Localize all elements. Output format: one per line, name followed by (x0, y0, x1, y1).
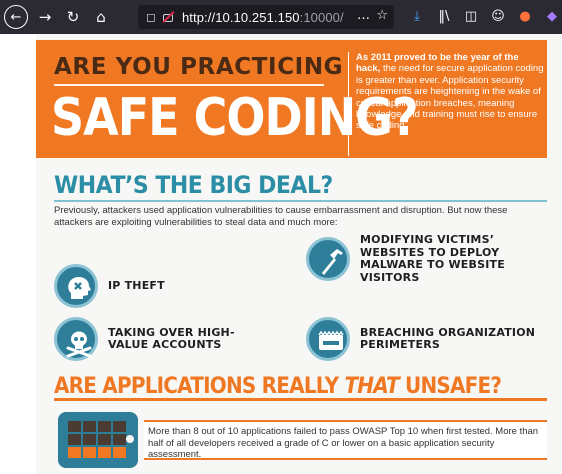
feature-label: TAKING OVER HIGH-VALUE ACCOUNTS (108, 325, 235, 351)
shield-icon[interactable]: ◻ (146, 10, 156, 24)
browser-toolbar: ← → ↻ ⌂ ◻ http://10.10.251.150:10000/ … … (0, 0, 562, 34)
star-icon[interactable]: ☆ (376, 8, 388, 23)
header-banner: ARE YOU PRACTICING SAFE CODING? As 2011 … (36, 40, 547, 158)
extension-icon[interactable]: ◆ (543, 7, 561, 25)
download-icon[interactable]: ⤓ (408, 7, 426, 25)
page-viewport: ARE YOU PRACTICING SAFE CODING? As 2011 … (0, 34, 562, 474)
headline-line1: ARE YOU PRACTICING (54, 54, 344, 80)
home-icon[interactable]: ⌂ (90, 6, 112, 28)
section-divider (54, 200, 547, 202)
infographic: ARE YOU PRACTICING SAFE CODING? As 2011 … (36, 34, 562, 474)
forward-icon[interactable]: → (34, 6, 56, 28)
feature-label: IP THEFT (108, 278, 165, 292)
section-title-big-deal: WHAT’S THE BIG DEAL? (54, 172, 333, 200)
section-divider (54, 398, 547, 401)
feature-ip-theft: IP THEFT (54, 264, 165, 308)
skull-crossbones-icon (54, 317, 98, 361)
tablet-icon (58, 412, 138, 468)
section-description: Previously, attackers used application v… (54, 205, 508, 228)
headline-divider (54, 84, 324, 86)
title-part: UNSAFE? (398, 372, 502, 399)
feature-label: MODIFYING VICTIMS’ WEBSITES TO DEPLOY MA… (360, 233, 505, 284)
insecure-lock-icon[interactable] (162, 10, 175, 24)
hammer-icon (306, 237, 350, 281)
address-bar[interactable]: ◻ http://10.10.251.150:10000/ … ☆ (138, 5, 394, 29)
feature-breaching-perimeters: BREACHING ORGANIZATION PERIMETERS (306, 317, 540, 361)
url-host: http://10.10.251.150 (181, 9, 300, 25)
title-emphasis: THAT (344, 372, 399, 399)
intro-text: As 2011 proved to be the year of the hac… (356, 52, 544, 132)
library-icon[interactable]: ‖\ (435, 7, 453, 25)
feature-account-takeover: TAKING OVER HIGH-VALUE ACCOUNTS (54, 317, 268, 361)
reload-icon[interactable]: ↻ (62, 6, 84, 28)
intro-block: As 2011 proved to be the year of the hac… (348, 52, 544, 156)
title-part: ARE APPLICATIONS REALLY (54, 372, 345, 399)
statistic-text: More than 8 out of 10 applications faile… (148, 426, 539, 460)
extension-icon[interactable]: ● (516, 7, 534, 25)
section-title-unsafe: ARE APPLICATIONS REALLY THAT UNSAFE? (54, 372, 502, 399)
intro-body: the need for secure application coding i… (356, 63, 544, 132)
sidebar-icon[interactable]: ◫ (462, 7, 480, 25)
url-text[interactable]: http://10.10.251.150:10000/ (182, 10, 344, 25)
statistic-box: More than 8 out of 10 applications faile… (144, 420, 547, 460)
page-actions-icon[interactable]: … (357, 8, 370, 23)
back-icon[interactable]: ← (4, 5, 28, 29)
feature-label: BREACHING ORGANIZATION PERIMETERS (360, 325, 536, 351)
head-icon (54, 264, 98, 308)
feature-modifying-websites: MODIFYING VICTIMS’ WEBSITES TO DEPLOY MA… (306, 233, 546, 284)
account-icon[interactable]: ☺ (489, 7, 507, 25)
wall-icon (306, 317, 350, 361)
url-port: :10000/ (299, 9, 344, 25)
